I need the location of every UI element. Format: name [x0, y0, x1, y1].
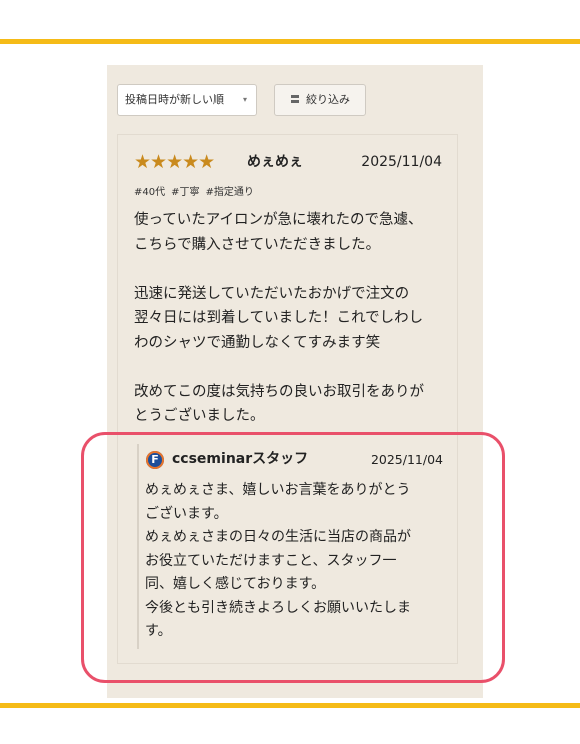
chevron-down-icon: ▾ — [242, 95, 247, 104]
tag[interactable]: #40代 — [134, 187, 165, 198]
tag[interactable]: #丁寧 — [171, 187, 199, 198]
review-tags: #40代 #丁寧 #指定通り — [134, 183, 260, 198]
sort-select[interactable]: 投稿日時が新しい順 ▾ — [117, 84, 257, 116]
bottom-accent-line — [0, 703, 580, 708]
top-accent-line — [0, 39, 580, 44]
highlight-frame — [81, 432, 505, 683]
filter-button[interactable]: 〓絞り込み — [274, 84, 366, 116]
tag[interactable]: #指定通り — [206, 187, 254, 198]
sort-select-label: 投稿日時が新しい順 — [125, 93, 224, 106]
filter-icon: 〓 — [290, 95, 300, 106]
filter-button-label: 絞り込み — [306, 93, 350, 106]
review-date: 2025/11/04 — [361, 154, 442, 170]
rating-stars: ★★★★★ — [134, 151, 215, 173]
review-author: めぇめぇ — [247, 154, 303, 170]
review-text: 使っていたアイロンが急に壊れたので急遽、 こちらで購入させていただきました。 迅… — [134, 212, 424, 424]
